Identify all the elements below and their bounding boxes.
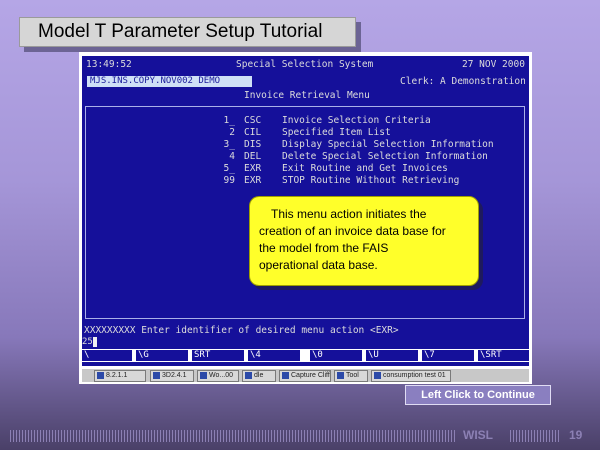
window-icon bbox=[282, 371, 289, 379]
continue-button[interactable]: Left Click to Continue bbox=[405, 385, 551, 405]
menu-item-number: 1_ bbox=[223, 115, 235, 126]
taskbar-button[interactable]: 3D2.4.1 bbox=[150, 370, 194, 382]
terminal-prompt: XXXXXXXXX Enter identifier of desired me… bbox=[84, 325, 399, 336]
taskbar-button[interactable]: Tool bbox=[334, 370, 368, 382]
terminal-clerk: Clerk: A Demonstration bbox=[400, 76, 526, 87]
function-key-bar: \ \G SRT \4 \0 \U \7 \SRT bbox=[82, 349, 529, 362]
terminal-time: 13:49:52 bbox=[86, 59, 132, 70]
function-key-4[interactable]: \4 bbox=[248, 350, 300, 361]
taskbar-button[interactable]: Capture Cliff bbox=[279, 370, 331, 382]
menu-item-code: DIS bbox=[244, 139, 262, 150]
window-icon bbox=[200, 371, 207, 379]
function-key-6[interactable]: \U bbox=[366, 350, 418, 361]
window-icon bbox=[153, 371, 160, 379]
menu-item-code: CIL bbox=[244, 127, 262, 138]
function-key-3[interactable]: SRT bbox=[192, 350, 244, 361]
menu-item-number: 2 bbox=[229, 127, 235, 138]
menu-item-number: 99 bbox=[223, 175, 235, 186]
menu-item-description: Delete Special Selection Information bbox=[282, 151, 488, 162]
function-key-1[interactable]: \ bbox=[82, 350, 132, 361]
callout-line: creation of an invoice data base for bbox=[259, 224, 446, 238]
callout-line: the model from the FAIS bbox=[259, 241, 389, 255]
menu-item-description: Exit Routine and Get Invoices bbox=[282, 163, 448, 174]
explanation-callout: This menu action initiates the creation … bbox=[249, 196, 479, 286]
menu-action-input-value: 25 bbox=[82, 337, 93, 347]
menu-item-number: 5_ bbox=[223, 163, 235, 174]
selection-id-field[interactable]: MJS.INS.COPY.NOV002 DEMO bbox=[87, 76, 252, 87]
terminal-menu-title: Invoice Retrieval Menu bbox=[244, 90, 370, 101]
menu-item-code: DEL bbox=[244, 151, 262, 162]
taskbar-button[interactable]: dle bbox=[242, 370, 276, 382]
callout-line: This menu action initiates the bbox=[271, 207, 427, 221]
terminal-date: 27 NOV 2000 bbox=[462, 59, 525, 70]
text-cursor bbox=[92, 337, 97, 347]
function-key-7[interactable]: \7 bbox=[422, 350, 474, 361]
page-number: 19 bbox=[569, 428, 583, 442]
callout-line: operational data base. bbox=[259, 258, 378, 272]
terminal-system-name: Special Selection System bbox=[236, 59, 374, 70]
footer-decoration-right bbox=[510, 430, 560, 442]
slide-title: Model T Parameter Setup Tutorial bbox=[19, 17, 356, 47]
windows-taskbar: 8.2.1.1 3D2.4.1 Wo...00 dle Capture Clif… bbox=[82, 368, 529, 382]
footer-org: WISL bbox=[463, 428, 493, 442]
taskbar-button[interactable]: Wo...00 bbox=[197, 370, 239, 382]
menu-item-code: CSC bbox=[244, 115, 262, 126]
menu-item-code: EXR bbox=[244, 163, 262, 174]
window-icon bbox=[245, 371, 252, 379]
menu-item-number: 3_ bbox=[223, 139, 235, 150]
window-icon bbox=[374, 371, 381, 379]
window-icon bbox=[97, 371, 104, 379]
function-key-2[interactable]: \G bbox=[136, 350, 188, 361]
window-icon bbox=[337, 371, 344, 379]
function-key-8[interactable]: \SRT bbox=[478, 350, 529, 361]
taskbar-button[interactable]: consumption test 01 bbox=[371, 370, 451, 382]
menu-item-description: Invoice Selection Criteria bbox=[282, 115, 431, 126]
function-key-5[interactable]: \0 bbox=[310, 350, 362, 361]
taskbar-button[interactable]: 8.2.1.1 bbox=[94, 370, 146, 382]
footer-decoration-left bbox=[10, 430, 456, 442]
menu-item-code: EXR bbox=[244, 175, 262, 186]
menu-action-input[interactable]: 25 bbox=[82, 337, 522, 348]
menu-item-description: STOP Routine Without Retrieving bbox=[282, 175, 460, 186]
menu-item-description: Display Special Selection Information bbox=[282, 139, 494, 150]
menu-item-number: 4 bbox=[229, 151, 235, 162]
menu-item-description: Specified Item List bbox=[282, 127, 391, 138]
